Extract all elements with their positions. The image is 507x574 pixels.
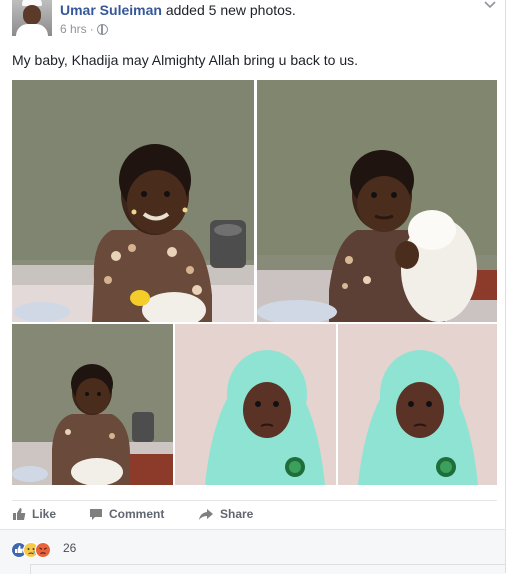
comment-bubble-icon xyxy=(89,508,103,521)
reactions-summary: 26 xyxy=(0,529,505,574)
angry-icon xyxy=(35,542,51,558)
share-button[interactable]: Share xyxy=(198,507,253,521)
post-meta: 6 hrs · xyxy=(60,22,108,36)
feed-post: Umar Suleiman added 5 new photos. 6 hrs … xyxy=(0,0,506,574)
reaction-count[interactable]: 26 xyxy=(63,541,76,555)
photo-5[interactable] xyxy=(338,324,497,485)
thumbs-up-icon xyxy=(12,507,26,521)
photo-1[interactable] xyxy=(12,80,254,322)
post-options-chevron-icon[interactable] xyxy=(484,0,496,10)
photo-2[interactable] xyxy=(257,80,497,322)
post-message: My baby, Khadija may Almighty Allah brin… xyxy=(12,52,359,68)
post-header: Umar Suleiman added 5 new photos. xyxy=(60,2,296,18)
author-avatar[interactable] xyxy=(12,0,52,36)
like-button[interactable]: Like xyxy=(12,507,56,521)
comment-divider xyxy=(30,564,505,565)
post-action-text: added 5 new photos. xyxy=(165,2,296,18)
like-label: Like xyxy=(32,507,57,521)
share-label: Share xyxy=(220,507,254,521)
photo-4[interactable] xyxy=(175,324,336,485)
comment-button[interactable]: Comment xyxy=(89,507,164,521)
post-timestamp-link[interactable]: 6 hrs xyxy=(60,22,87,36)
globe-icon[interactable] xyxy=(96,23,108,35)
comment-label: Comment xyxy=(109,507,165,521)
photo-3[interactable] xyxy=(12,324,173,485)
share-arrow-icon xyxy=(198,508,214,521)
author-name-link[interactable]: Umar Suleiman xyxy=(60,2,162,18)
reaction-icons[interactable] xyxy=(11,542,63,558)
post-actions-bar: Like Comment Share xyxy=(12,500,497,527)
meta-separator: · xyxy=(89,22,94,36)
